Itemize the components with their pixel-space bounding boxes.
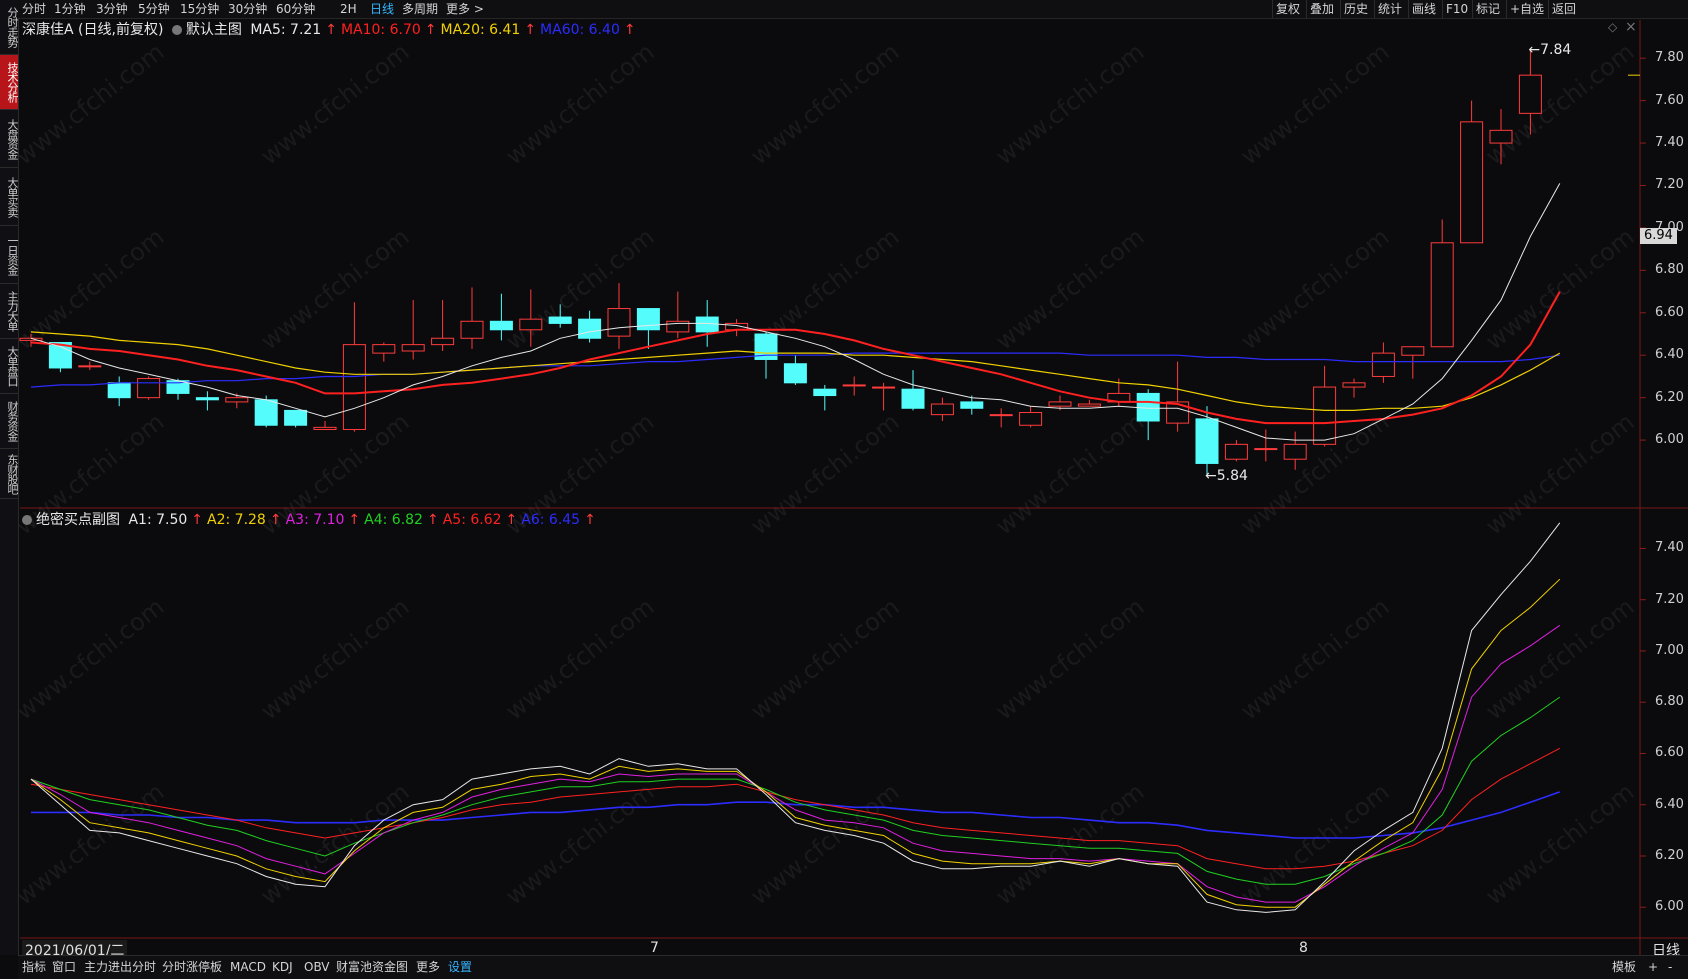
candle-body-up (607, 308, 631, 337)
bottom-tab-more[interactable]: 更多 (416, 956, 440, 979)
bottom-tab-settings[interactable]: 设置 (448, 956, 472, 979)
candle-body-up (1489, 129, 1513, 144)
sub-axis-label: 6.60 (1655, 745, 1684, 761)
candle-body-up (225, 397, 249, 403)
candle-body-up (842, 384, 866, 387)
arrow-icon: ← (1528, 41, 1541, 58)
sub-line-a5 (30, 747, 1561, 870)
candle-body-up (78, 365, 102, 368)
candle-body-up (1048, 401, 1072, 407)
sub-line-a2 (30, 578, 1561, 908)
candle-body-up (1460, 121, 1484, 244)
bottom-tab-limit-up[interactable]: 分时涨停板 (162, 956, 222, 979)
bottom-tab-main-flow[interactable]: 主力进出分时 (84, 956, 156, 979)
template-button[interactable]: 模板 (1612, 956, 1636, 979)
candle-body-down (1136, 392, 1160, 422)
sub-line-a6 (31, 791, 1561, 839)
candle-body-down (636, 308, 660, 331)
sub-line-a1 (30, 522, 1561, 913)
main-axis-label: 6.00 (1655, 432, 1684, 448)
candle-body-down (783, 363, 807, 384)
candle-body-up (1401, 346, 1425, 356)
bottom-tab-window[interactable]: 窗口 (52, 956, 76, 979)
candle-body-up (989, 414, 1013, 417)
candle-body-down (284, 409, 308, 426)
candle-body-up (519, 318, 543, 331)
candle-body-up (1166, 401, 1190, 424)
candle-body-down (195, 397, 219, 401)
candle-body-up (666, 320, 690, 333)
candle-body-up (1283, 443, 1307, 460)
candle-body-down (813, 388, 837, 397)
candle-body-up (1254, 448, 1278, 451)
main-axis-label: 6.20 (1655, 389, 1684, 405)
sub-axis-label: 6.20 (1655, 847, 1684, 863)
high-price-label: ←7.84 (1528, 42, 1571, 58)
candle-body-up (1224, 443, 1248, 460)
sub-axis-label: 6.40 (1655, 796, 1684, 812)
candle-body-up (1342, 382, 1366, 388)
zoom-in-button[interactable]: + (1648, 956, 1658, 979)
main-axis-label: 6.80 (1655, 262, 1684, 278)
bottom-tab-indicator[interactable]: 指标 (22, 956, 46, 979)
candle-body-down (107, 382, 131, 399)
candle-body-down (578, 318, 602, 339)
date-month-7: 7 (650, 940, 659, 956)
candle-body-down (1195, 418, 1219, 464)
sub-axis-label: 6.00 (1655, 899, 1684, 915)
candle-body-down (695, 316, 719, 333)
candle-body-up (372, 344, 396, 354)
candle-body-up (401, 344, 425, 352)
sub-axis-label: 7.20 (1655, 591, 1684, 607)
candle-body-down (901, 388, 925, 409)
sub-axis-label: 7.40 (1655, 540, 1684, 556)
candle-body-down (254, 399, 278, 426)
candle-body-up (342, 344, 366, 430)
main-axis-label: 7.40 (1655, 135, 1684, 151)
candle-body-up (460, 320, 484, 339)
candle-body-up (431, 337, 455, 346)
main-axis-label: 7.60 (1655, 92, 1684, 108)
main-axis-label: 7.20 (1655, 177, 1684, 193)
zoom-out-button[interactable]: - (1668, 956, 1672, 979)
bottom-toolbar: 指标 窗口 主力进出分时 分时涨停板 MACD KDJ OBV 财富池资金图 更… (18, 955, 1688, 979)
candle-body-up (1313, 386, 1337, 445)
candle-body-up (1077, 403, 1101, 407)
candle-body-up (1518, 74, 1542, 114)
bottom-tab-kdj[interactable]: KDJ (272, 956, 293, 979)
main-axis-label: 6.40 (1655, 347, 1684, 363)
candle-body-up (872, 386, 896, 389)
candle-body-up (930, 403, 954, 416)
candle-body-down (960, 401, 984, 409)
sub-line-a3 (30, 624, 1561, 903)
main-axis-label: 6.60 (1655, 304, 1684, 320)
candle-body-down (548, 316, 572, 324)
bottom-tab-macd[interactable]: MACD (230, 956, 266, 979)
candle-body-down (489, 320, 513, 331)
candle-body-up (137, 378, 161, 399)
current-price-badge: 6.94 (1640, 228, 1677, 244)
arrow-icon: ← (1205, 468, 1217, 485)
candle-body-up (313, 426, 337, 430)
sub-axis-label: 6.80 (1655, 694, 1684, 710)
bottom-tab-obv[interactable]: OBV (304, 956, 330, 979)
candle-body-up (1019, 412, 1043, 426)
candle-body-up (1371, 352, 1395, 377)
candle-body-up (1430, 242, 1454, 348)
high-price-value: 7.84 (1540, 41, 1572, 58)
low-price-value: 5.84 (1216, 468, 1248, 485)
sub-axis-label: 7.00 (1655, 642, 1684, 658)
date-month-8: 8 (1299, 940, 1308, 956)
kline-chart[interactable] (0, 0, 1688, 978)
main-axis-label: 7.80 (1655, 50, 1684, 66)
bottom-tab-fund-chart[interactable]: 财富池资金图 (336, 956, 408, 979)
low-price-label: ←5.84 (1205, 468, 1248, 484)
